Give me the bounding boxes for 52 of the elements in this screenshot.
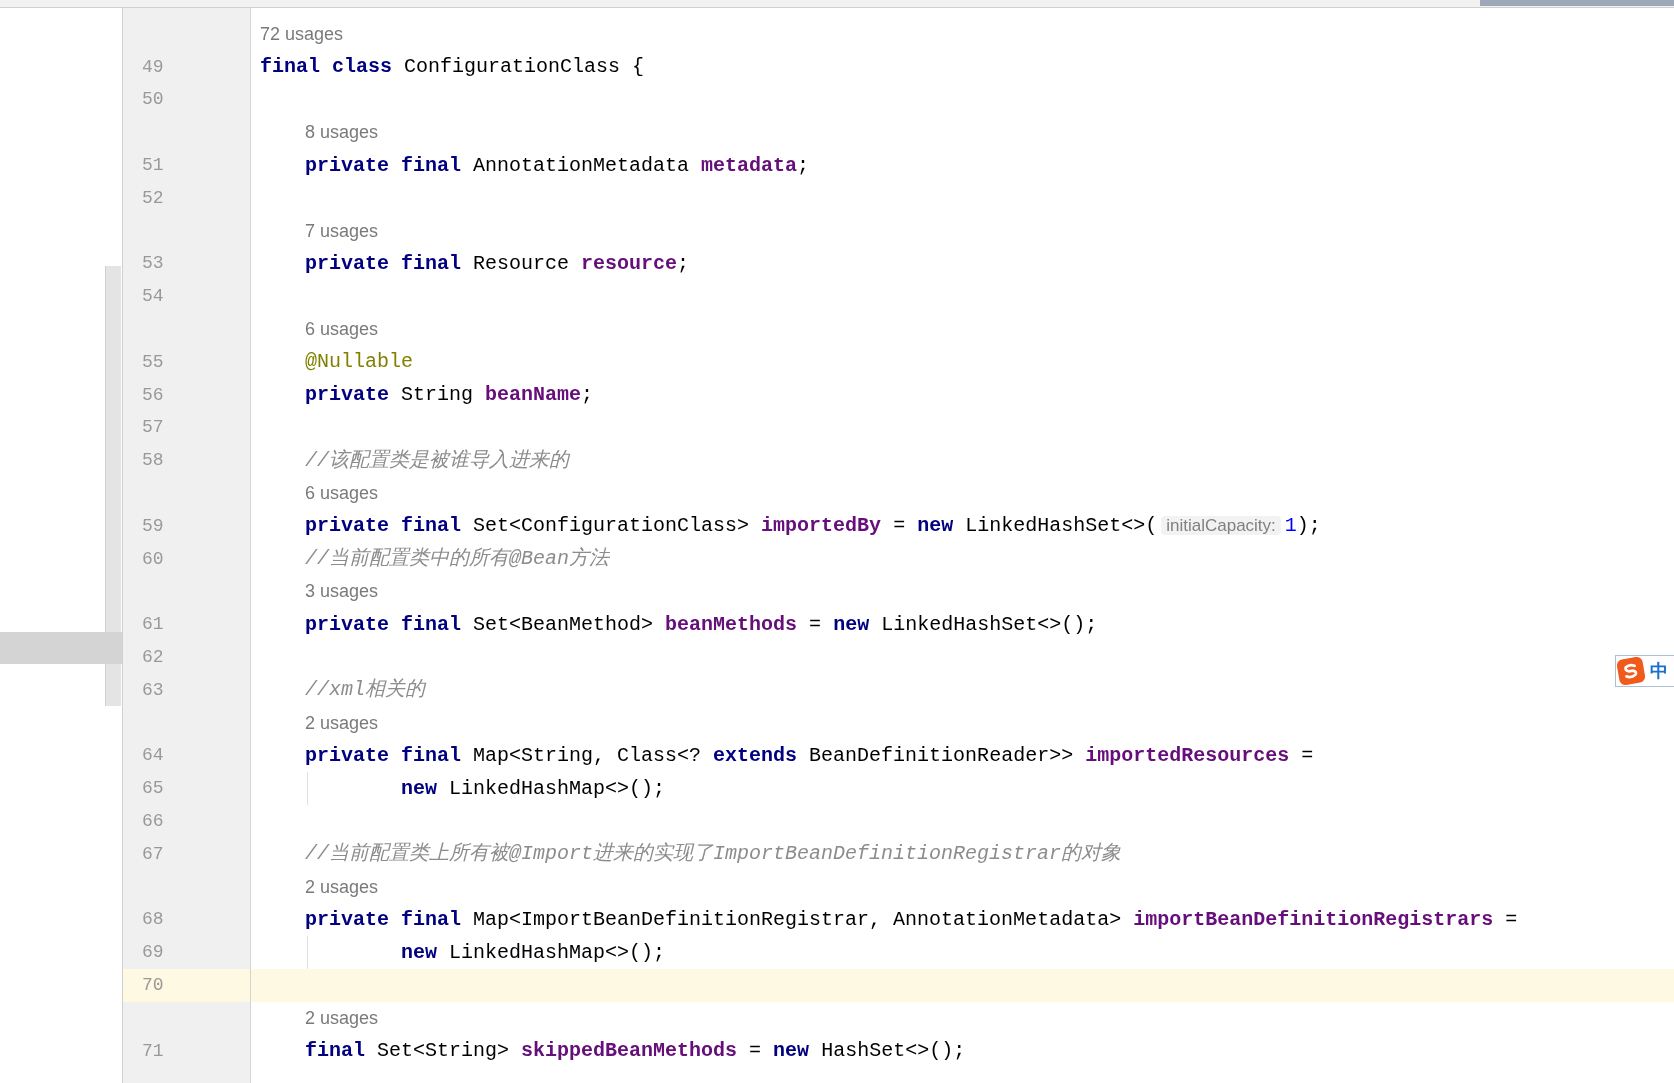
- usages-hint[interactable]: 3 usages: [305, 578, 379, 606]
- usages-hint[interactable]: 7 usages: [305, 217, 379, 245]
- usages-hint[interactable]: 8 usages: [305, 119, 379, 147]
- line-number: 71: [142, 1039, 164, 1063]
- code-line: new LinkedHashMap<>();: [401, 775, 666, 802]
- code-line: //xml相关的: [305, 677, 425, 704]
- line-number: 53: [142, 252, 164, 276]
- line-number: 58: [142, 449, 164, 473]
- line-number: 62: [142, 646, 164, 670]
- line-number: 66: [142, 810, 164, 833]
- line-number: 56: [142, 383, 164, 407]
- code-line: //该配置类是被谁导入进来的: [305, 447, 569, 474]
- code-line: @Nullable: [305, 349, 414, 376]
- line-number: 68: [142, 908, 164, 932]
- ime-mode-label: 中: [1650, 659, 1668, 683]
- usages-hint[interactable]: 2 usages: [305, 1004, 379, 1032]
- code-line: final class ConfigurationClass {: [260, 54, 645, 81]
- line-number: 57: [142, 416, 164, 440]
- line-number: 52: [142, 186, 164, 210]
- line-number: 59: [142, 514, 164, 538]
- line-number: 60: [142, 547, 164, 571]
- scrollbar-thumb[interactable]: [1480, 0, 1674, 6]
- code-line: //当前配置类中的所有@Bean方法: [305, 546, 609, 573]
- usages-hint[interactable]: 6 usages: [305, 480, 379, 508]
- line-number: 65: [142, 777, 164, 801]
- line-number: 67: [142, 842, 164, 866]
- line-number: 64: [142, 744, 164, 768]
- ime-toolbar[interactable]: 中: [1615, 655, 1674, 687]
- line-number: 49: [142, 55, 164, 79]
- line-number: 54: [142, 285, 164, 309]
- code-line: final Set<String> skippedBeanMethods = new HashSet<>();: [305, 1038, 966, 1065]
- code-line: private String beanName;: [305, 382, 594, 409]
- code-line: private final Resource resource;: [305, 250, 690, 277]
- code-line: new LinkedHashMap<>();: [401, 939, 666, 966]
- line-number: 61: [142, 613, 164, 637]
- line-number: 63: [142, 678, 164, 702]
- code-line: private final Set<BeanMethod> beanMethods = new LinkedHashSet<>();: [305, 611, 1098, 638]
- usages-hint[interactable]: 2 usages: [305, 873, 379, 901]
- line-number: 51: [142, 154, 164, 178]
- line-number: 50: [142, 88, 164, 112]
- usages-hint[interactable]: 6 usages: [305, 316, 379, 344]
- code-line: private final Map<ImportBeanDefinitionRegistrar, AnnotationMetadata> importBeanDefinitionRegistrars =: [305, 906, 1518, 933]
- line-number: 69: [142, 941, 164, 965]
- code-line: private final Map<String, Class<? extends BeanDefinitionReader>> importedResources =: [305, 742, 1314, 769]
- code-line: //当前配置类上所有被@Import进来的实现了ImportBeanDefinitionRegistrar的对象: [305, 841, 1122, 868]
- code-line: private final Set<ConfigurationClass> importedBy = new LinkedHashSet<>( initialCapacity: 1);: [305, 513, 1321, 540]
- code-line: private final AnnotationMetadata metadata;: [305, 152, 810, 179]
- line-number: 55: [142, 350, 164, 374]
- line-number: 70: [142, 974, 164, 997]
- usages-hint[interactable]: 72 usages: [260, 20, 344, 48]
- usages-hint[interactable]: 2 usages: [305, 709, 379, 737]
- ime-logo-icon: [1615, 655, 1647, 687]
